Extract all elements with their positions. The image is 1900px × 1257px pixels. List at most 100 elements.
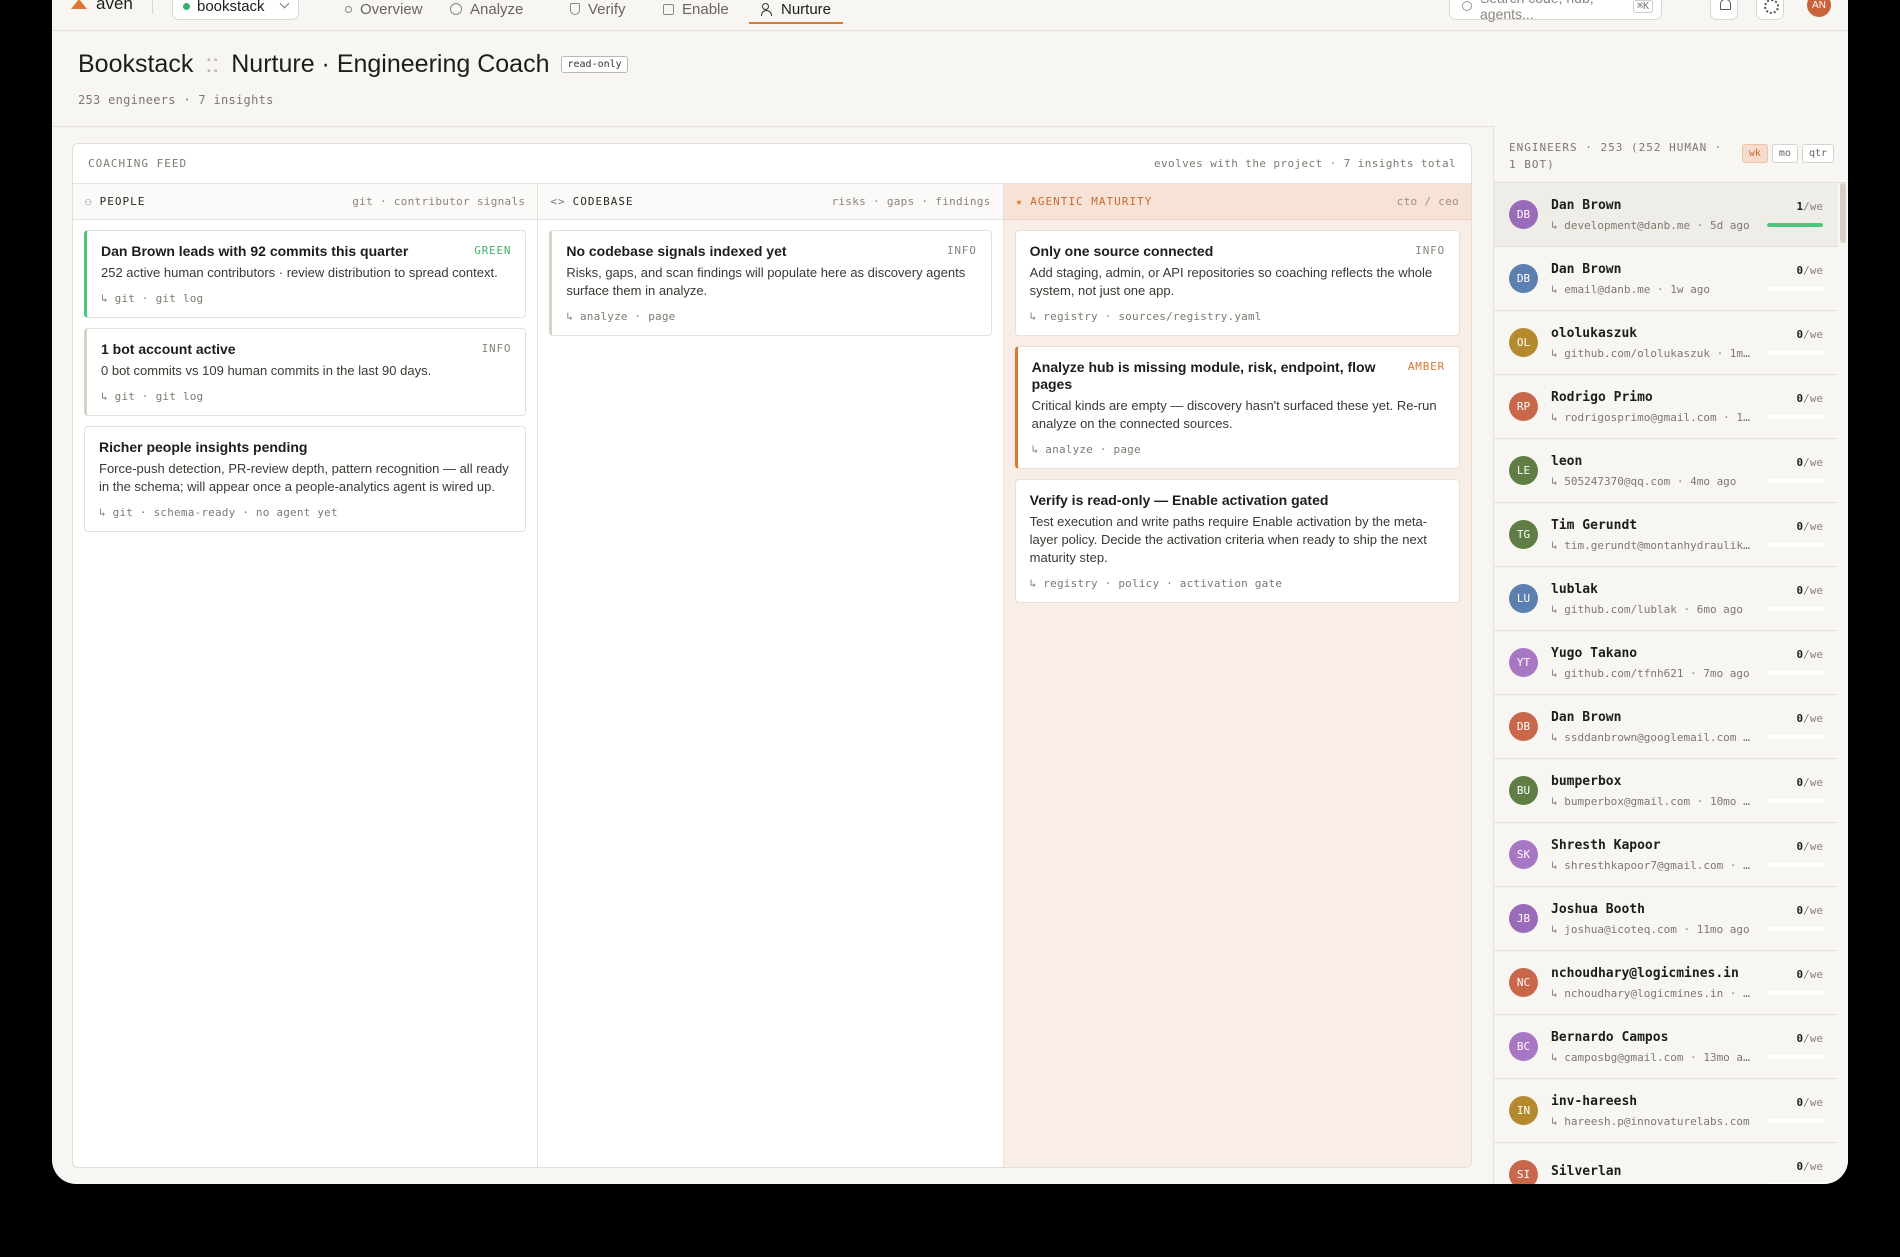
rate-unit: /we: [1803, 456, 1823, 469]
engineer-rate: 0/we: [1767, 451, 1824, 470]
bell-icon[interactable]: [1710, 0, 1738, 20]
engineer-row[interactable]: JB Joshua Booth ↳ joshua@icoteq.com · 11mo…: [1494, 887, 1838, 951]
engineer-row[interactable]: NC nchoudhary@logicmines.in ↳ nchoudhary@l…: [1494, 951, 1838, 1015]
card-body: Test execution and write paths require E…: [1029, 514, 1428, 565]
project-selector[interactable]: bookstack: [172, 0, 299, 20]
engineer-row[interactable]: SI Silverlan 0/we: [1494, 1143, 1838, 1184]
engineer-row[interactable]: TG Tim Gerundt ↳ tim.gerundt@montanhydraul…: [1494, 503, 1838, 567]
rate-unit: /we: [1803, 200, 1823, 213]
insight-card[interactable]: 1 bot account active INFO 0 bot commits …: [84, 328, 527, 416]
page-title: Bookstack :: Nurture · Engineering Coach…: [78, 50, 628, 79]
avatar: IN: [1509, 1096, 1538, 1125]
scrollbar[interactable]: [1840, 183, 1846, 243]
period-quarter-button[interactable]: qtr: [1801, 144, 1834, 163]
engineer-name: Silverlan: [1551, 1164, 1622, 1179]
search-input[interactable]: Search code, hub, agents... ⌘K: [1449, 0, 1662, 22]
project-name: bookstack: [197, 0, 265, 15]
avatar: JB: [1509, 904, 1538, 933]
brand-name: aven: [96, 0, 133, 13]
card-title: Analyze hub is missing module, risk, end…: [1031, 359, 1376, 392]
engineer-name: Joshua Booth: [1551, 901, 1645, 917]
engineer-row[interactable]: SK Shresth Kapoor ↳ shresthkapoor7@gmail.c…: [1494, 823, 1838, 887]
card-body: Critical kinds are empty — discovery has…: [1031, 398, 1437, 431]
card-source: ↳ analyze · page: [566, 310, 676, 323]
engineer-row[interactable]: LU lublak ↳ github.com/lublak · 6mo ago 0/w…: [1494, 567, 1838, 631]
engineer-name: Rodrigo Primo: [1551, 389, 1653, 405]
people-icon: ⚇: [85, 195, 93, 208]
engineer-rate: 0/we: [1767, 835, 1824, 854]
engineer-source: ↳ github.com/ololukaszuk · 1mo ago: [1551, 346, 1756, 360]
insight-card[interactable]: Only one source connected INFO Add stagi…: [1014, 230, 1460, 336]
column-meta: git · contributor signals: [352, 195, 526, 208]
card-title: 1 bot account active: [101, 341, 236, 357]
card-body: Force-push detection, PR-review depth, p…: [99, 461, 509, 494]
user-avatar[interactable]: AN: [1807, 0, 1831, 17]
tab-nurture[interactable]: Nurture: [748, 0, 844, 24]
engineer-row[interactable]: DB Dan Brown ↳ ssddanbrown@googlemail.com …: [1494, 695, 1838, 759]
people-icon: [761, 3, 773, 16]
avatar: LU: [1509, 584, 1538, 613]
insight-card[interactable]: Analyze hub is missing module, risk, end…: [1014, 346, 1460, 469]
engineer-row[interactable]: IN inv-hareesh ↳ hareesh.p@innovaturelabs.…: [1494, 1079, 1838, 1143]
engineer-row[interactable]: LE leon ↳ 505247370@qq.com · 4mo ago 0/we: [1494, 439, 1838, 503]
engineer-source: ↳ email@danb.me · 1w ago: [1551, 282, 1710, 296]
activity-bar: [1767, 927, 1823, 931]
avatar: YT: [1509, 648, 1538, 677]
period-week-button[interactable]: wk: [1741, 144, 1768, 163]
engineer-name: Dan Brown: [1551, 261, 1622, 277]
feed-header: COACHING FEED evolves with the project ·…: [73, 144, 1471, 184]
insight-card[interactable]: Verify is read-only — Enable activation …: [1014, 479, 1460, 603]
engineer-row[interactable]: DB Dan Brown ↳ development@danb.me · 5d ag…: [1494, 183, 1838, 247]
rate-unit: /we: [1803, 520, 1823, 533]
engineer-row[interactable]: OL ololukaszuk ↳ github.com/ololukaszuk · …: [1494, 311, 1838, 375]
status-badge: INFO: [946, 244, 977, 257]
tab-analyze[interactable]: Analyze: [450, 0, 523, 24]
insight-card[interactable]: Dan Brown leads with 92 commits this qua…: [84, 230, 527, 318]
circle-icon: [345, 5, 352, 13]
engineer-row[interactable]: YT Yugo Takano ↳ github.com/tfnh621 · 7mo …: [1494, 631, 1838, 695]
engineer-name: bumperbox: [1551, 773, 1622, 789]
tab-label: Overview: [360, 0, 423, 18]
card-source: ↳ analyze · page: [1031, 443, 1141, 456]
engineer-row[interactable]: BU bumperbox ↳ bumperbox@gmail.com · 10mo …: [1494, 759, 1838, 823]
engineer-name: Shresth Kapoor: [1551, 837, 1661, 853]
avatar: BC: [1509, 1032, 1538, 1061]
gear-icon[interactable]: [1756, 0, 1784, 20]
column-codebase: <> CODEBASE risks · gaps · findings No c…: [538, 184, 1004, 1167]
insight-card[interactable]: No codebase signals indexed yet INFO Ris…: [549, 230, 992, 336]
rate-unit: /we: [1803, 584, 1823, 597]
chip-icon: [663, 3, 674, 15]
tab-label: Analyze: [470, 0, 524, 18]
code-icon: <>: [550, 195, 566, 208]
activity-bar: [1767, 543, 1823, 547]
tab-overview[interactable]: Overview: [345, 0, 423, 24]
activity-bar: [1767, 863, 1823, 867]
activity-bar: [1767, 1119, 1823, 1123]
status-badge: AMBER: [1407, 360, 1445, 373]
brand[interactable]: aven: [70, 0, 133, 14]
engineer-name: ololukaszuk: [1551, 325, 1638, 341]
avatar: DB: [1509, 200, 1538, 229]
tab-verify[interactable]: Verify: [570, 0, 626, 24]
engineer-rate: 1/we: [1767, 195, 1824, 214]
title-separator: ::: [205, 50, 220, 78]
column-meta: risks · gaps · findings: [831, 195, 991, 208]
engineer-row[interactable]: BC Bernardo Campos ↳ camposbg@gmail.com · …: [1494, 1015, 1838, 1079]
avatar: RP: [1509, 392, 1538, 421]
activity-bar: [1767, 735, 1823, 739]
activity-bar: [1767, 351, 1823, 355]
engineer-row[interactable]: RP Rodrigo Primo ↳ rodrigosprimo@gmail.com…: [1494, 375, 1838, 439]
tab-enable[interactable]: Enable: [663, 0, 729, 24]
activity-bar: [1767, 223, 1823, 227]
rate-unit: /we: [1803, 1032, 1823, 1045]
insight-card[interactable]: Richer people insights pending Force-pus…: [84, 426, 527, 532]
engineer-name: nchoudhary@logicmines.in: [1551, 965, 1739, 981]
engineer-source: ↳ 505247370@qq.com · 4mo ago: [1551, 474, 1737, 488]
engineer-row[interactable]: DB Dan Brown ↳ email@danb.me · 1w ago 0/we: [1494, 247, 1838, 311]
feed-meta: evolves with the project · 7 insights to…: [1154, 157, 1456, 170]
period-month-button[interactable]: mo: [1771, 144, 1798, 163]
rate-unit: /we: [1803, 328, 1823, 341]
avatar: TG: [1509, 520, 1538, 549]
card-source: ↳ git · schema-ready · no agent yet: [99, 506, 338, 519]
section-title: Nurture · Engineering Coach: [231, 50, 550, 78]
